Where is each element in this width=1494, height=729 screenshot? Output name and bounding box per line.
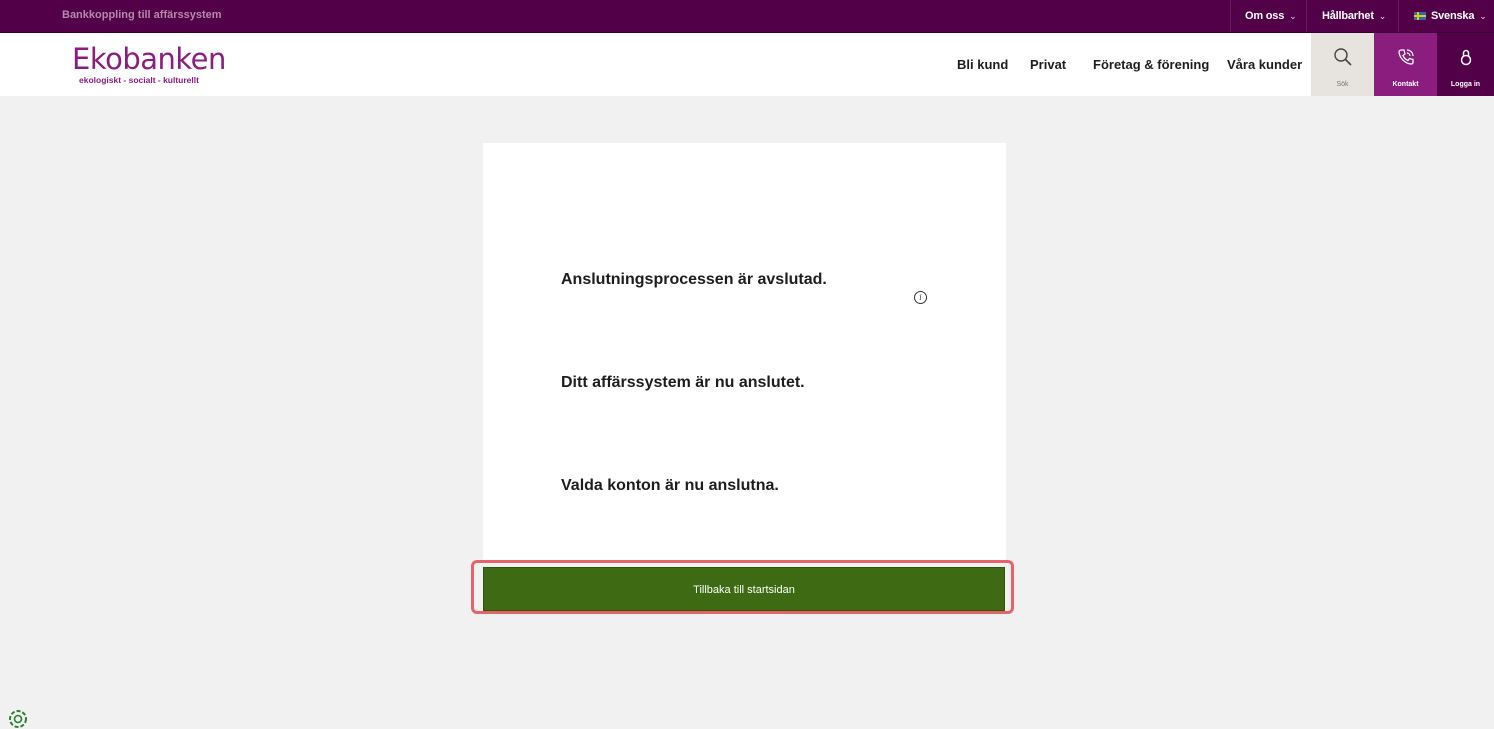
logo-name: Ekobanken	[72, 42, 226, 76]
menu-sustainability[interactable]: Hållbarhet ⌄	[1322, 0, 1386, 32]
divider	[1306, 0, 1307, 32]
status-line-accounts: Valda konton är nu anslutna.	[561, 477, 779, 494]
menu-about[interactable]: Om oss ⌄	[1245, 0, 1297, 32]
search-label: Sök	[1336, 81, 1349, 88]
menu-sustainability-label: Hållbarhet	[1322, 10, 1374, 22]
site-header: Ekobanken ekologiskt - socialt - kulture…	[0, 33, 1494, 96]
menu-about-label: Om oss	[1245, 10, 1285, 22]
login-label: Logga in	[1450, 81, 1481, 88]
contact-label: Kontakt	[1392, 81, 1419, 88]
menu-language-label: Svenska	[1431, 10, 1475, 22]
phone-icon	[1397, 49, 1414, 65]
back-to-start-button[interactable]: Tillbaka till startsidan	[483, 567, 1005, 611]
top-bar: Bankkoppling till affärssystem Om oss ⌄ …	[0, 0, 1494, 33]
cookie-settings-icon[interactable]	[8, 709, 28, 729]
login-button[interactable]: Logga in	[1437, 33, 1494, 96]
breadcrumb[interactable]: Bankkoppling till affärssystem	[62, 9, 222, 21]
menu-language[interactable]: Svenska ⌄	[1414, 0, 1487, 32]
nav-become-customer[interactable]: Bli kund	[957, 33, 1008, 96]
info-icon[interactable]: i	[914, 291, 927, 304]
nav-our-customers[interactable]: Våra kunder	[1227, 33, 1302, 96]
swedish-flag-icon	[1414, 12, 1426, 20]
confirmation-card: Anslutningsprocessen är avslutad. i Ditt…	[483, 143, 1006, 561]
lock-icon	[1460, 49, 1471, 66]
status-line-process: Anslutningsprocessen är avslutad.	[561, 271, 827, 288]
search-button[interactable]: Sök	[1311, 33, 1374, 96]
chevron-down-icon: ⌄	[1378, 10, 1387, 21]
divider	[1398, 0, 1399, 32]
contact-button[interactable]: Kontakt	[1374, 33, 1437, 96]
chevron-down-icon: ⌄	[1479, 10, 1487, 21]
search-icon	[1333, 48, 1352, 66]
status-line-system: Ditt affärssystem är nu anslutet.	[561, 374, 805, 391]
chevron-down-icon: ⌄	[1289, 10, 1297, 21]
logo-tagline: ekologiskt - socialt - kulturellt	[79, 75, 199, 85]
nav-business[interactable]: Företag & förening	[1093, 33, 1209, 96]
divider	[1230, 0, 1231, 32]
nav-private[interactable]: Privat	[1030, 33, 1066, 96]
